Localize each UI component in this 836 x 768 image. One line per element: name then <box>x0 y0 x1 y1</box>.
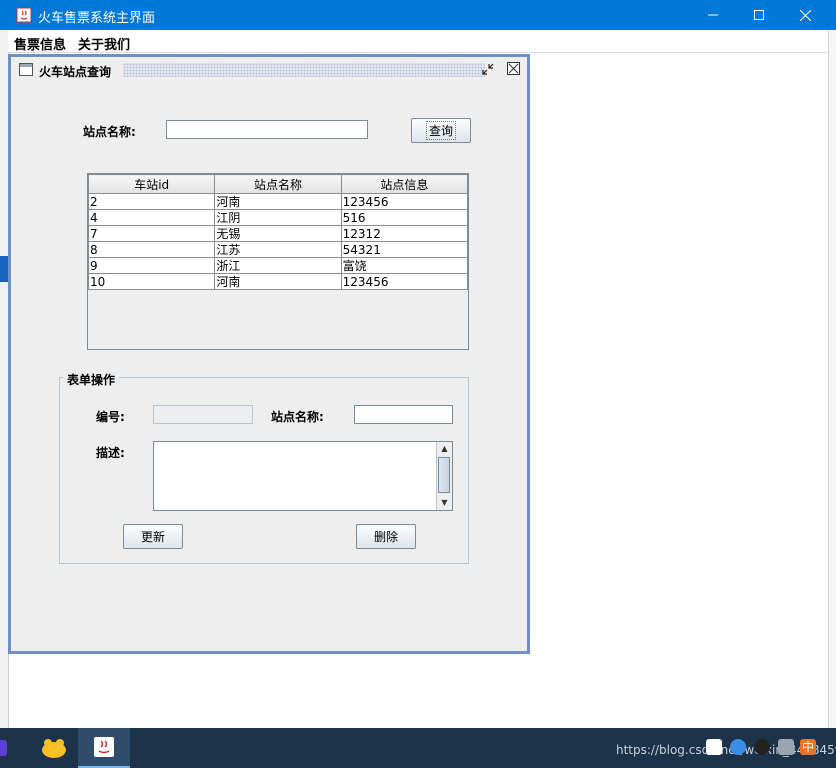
frame-close-icon[interactable] <box>507 62 520 75</box>
form-station-name-label: 站点名称: <box>271 410 324 424</box>
java-app-icon <box>16 7 32 23</box>
qq-icon[interactable] <box>754 739 770 755</box>
station-query-frame: 火车站点查询 站点名称: 查询 车站id 站点名称 站点信息 2 河南 1234… <box>8 54 530 654</box>
menu-about-us[interactable]: 关于我们 <box>78 34 130 53</box>
cell-station-info: 516 <box>340 209 469 226</box>
table-row[interactable]: 10 河南 123456 <box>87 273 469 290</box>
frame-title: 火车站点查询 <box>39 65 112 79</box>
cell-station-id: 2 <box>87 193 216 210</box>
taskbar: https://blog.csdn.net/weixin_44384592 中 <box>0 728 836 768</box>
description-label: 描述: <box>96 446 125 460</box>
frame-titlebar[interactable]: 火车站点查询 <box>11 57 527 83</box>
titlebar-grip <box>123 63 485 77</box>
description-scrollbar[interactable]: ▲ ▼ <box>436 442 452 510</box>
table-row[interactable]: 8 江苏 54321 <box>87 241 469 258</box>
cell-station-info: 12312 <box>340 225 469 242</box>
delete-button[interactable]: 删除 <box>356 524 416 549</box>
query-button[interactable]: 查询 <box>411 118 471 143</box>
network-icon[interactable] <box>778 739 794 755</box>
taskbar-app-ide[interactable] <box>0 728 16 768</box>
cell-station-id: 10 <box>87 273 216 290</box>
window-title: 火车售票系统主界面 <box>38 11 156 26</box>
window-titlebar: 火车售票系统主界面 <box>0 0 836 30</box>
station-name-label: 站点名称: <box>83 125 136 139</box>
station-name-search-input[interactable] <box>166 120 368 139</box>
java-icon <box>94 737 114 757</box>
scroll-down-icon[interactable]: ▼ <box>437 496 452 510</box>
ide-icon <box>0 740 7 756</box>
close-button[interactable] <box>782 0 828 30</box>
scroll-up-icon[interactable]: ▲ <box>437 442 452 456</box>
cell-station-id: 8 <box>87 241 216 258</box>
scroll-thumb[interactable] <box>438 457 450 493</box>
k-app-icon[interactable] <box>730 739 746 755</box>
menubar: 售票信息 关于我们 <box>8 30 828 53</box>
cell-station-id: 4 <box>87 209 216 226</box>
column-header-station-info[interactable]: 站点信息 <box>340 174 469 194</box>
shield-icon[interactable] <box>706 739 722 755</box>
maximize-button[interactable] <box>736 0 782 30</box>
cell-station-name: 江苏 <box>214 241 342 258</box>
taskbar-app-java[interactable] <box>78 728 130 768</box>
menu-ticket-info[interactable]: 售票信息 <box>14 34 66 53</box>
frame-window-icon <box>19 63 33 76</box>
maximize-icon <box>754 10 764 20</box>
table-row[interactable]: 4 江阴 516 <box>87 209 469 226</box>
column-header-station-id[interactable]: 车站id <box>87 174 216 194</box>
restore-icon[interactable] <box>481 62 495 76</box>
table-row[interactable]: 2 河南 123456 <box>87 193 469 210</box>
cell-station-name: 无锡 <box>214 225 342 242</box>
cell-station-info: 54321 <box>340 241 469 258</box>
table-row[interactable]: 9 浙江 富饶 <box>87 257 469 274</box>
id-label: 编号: <box>96 410 125 424</box>
cell-station-id: 9 <box>87 257 216 274</box>
table-row[interactable]: 7 无锡 12312 <box>87 225 469 242</box>
ime-indicator[interactable]: 中 <box>800 739 816 755</box>
column-header-station-name[interactable]: 站点名称 <box>214 174 342 194</box>
cell-station-info: 123456 <box>340 273 469 290</box>
form-operations-title: 表单操作 <box>63 371 120 388</box>
cell-station-name: 江阴 <box>214 209 342 226</box>
minimize-button[interactable] <box>690 0 736 30</box>
cell-station-info: 123456 <box>340 193 469 210</box>
station-table[interactable]: 车站id 站点名称 站点信息 2 河南 123456 4 江阴 516 7 无锡… <box>87 173 469 350</box>
minimize-icon <box>708 14 718 16</box>
update-button[interactable]: 更新 <box>123 524 183 549</box>
id-field <box>153 405 253 424</box>
cell-station-id: 7 <box>87 225 216 242</box>
close-icon <box>799 9 811 21</box>
description-textarea[interactable]: ▲ ▼ <box>153 441 453 511</box>
background-window-edge-right <box>828 30 836 730</box>
chat-app-icon <box>42 739 66 758</box>
cell-station-name: 浙江 <box>214 257 342 274</box>
cell-station-name: 河南 <box>214 193 342 210</box>
query-button-label: 查询 <box>425 121 456 140</box>
taskbar-app-chat[interactable] <box>28 728 80 768</box>
cell-station-name: 河南 <box>214 273 342 290</box>
form-station-name-input[interactable] <box>354 405 453 424</box>
cell-station-info: 富饶 <box>340 257 469 274</box>
